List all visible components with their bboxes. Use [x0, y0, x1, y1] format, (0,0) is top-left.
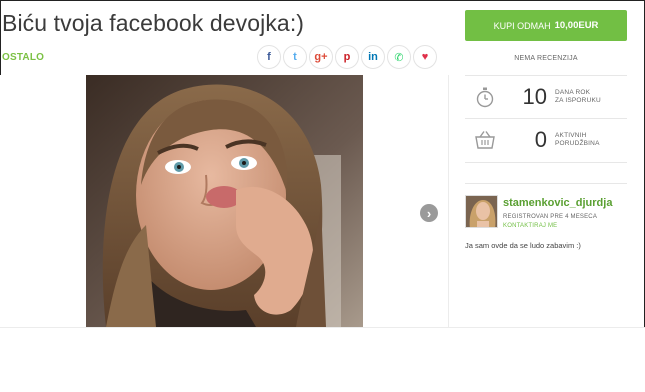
orders-label-line2: PORUDŽBINA: [555, 140, 600, 147]
pinterest-glyph: p: [343, 51, 351, 63]
next-image-arrow-icon[interactable]: ›: [420, 204, 438, 222]
buy-now-button[interactable]: KUPI ODMAH 10,00EUR: [465, 10, 627, 41]
active-orders-value: 0: [534, 127, 547, 152]
buy-now-label: KUPI ODMAH: [493, 20, 551, 31]
listing-title: Biću tvoja facebook devojka:): [2, 10, 305, 36]
basket-icon: [465, 130, 505, 150]
whatsapp-glyph: ✆: [394, 51, 404, 64]
whatsapp-share-icon[interactable]: ✆: [387, 45, 411, 69]
linkedin-glyph: in: [368, 51, 378, 63]
divider: [465, 162, 627, 163]
divider: [465, 75, 627, 76]
footer-area: [0, 327, 645, 392]
column-divider: [448, 75, 449, 327]
orders-label-line1: AKTIVNIH: [555, 132, 587, 139]
divider: [465, 118, 627, 119]
facebook-share-icon[interactable]: f: [257, 45, 281, 69]
seller-username[interactable]: stamenkovic_djurdja: [503, 197, 612, 209]
twitter-glyph: t: [293, 51, 297, 63]
category-link[interactable]: OSTALO: [2, 52, 44, 63]
twitter-share-icon[interactable]: t: [283, 45, 307, 69]
seller-avatar[interactable]: [465, 195, 498, 228]
seller-registered: REGISTROVAN PRE 4 MESECA: [503, 214, 598, 220]
seller-bio: Ja sam ovde da se ludo zabavim :): [465, 241, 581, 250]
gallery: ›: [0, 75, 448, 327]
avatar-image: [466, 196, 497, 227]
reviews-status: NEMA RECENZIJA: [514, 55, 578, 62]
heart-glyph: ♥: [421, 51, 429, 63]
linkedin-share-icon[interactable]: in: [361, 45, 385, 69]
delivery-stat: 10 DANA ROK ZA ISPORUKU: [465, 77, 627, 117]
pinterest-share-icon[interactable]: p: [335, 45, 359, 69]
delivery-days-value: 10: [522, 84, 547, 109]
delivery-label-line2: ZA ISPORUKU: [555, 97, 601, 104]
share-buttons: f t g+ p in ✆ ♥: [257, 45, 437, 69]
portrait-image: [86, 75, 363, 327]
facebook-glyph: f: [267, 51, 271, 63]
stopwatch-icon: [465, 86, 505, 108]
contact-seller-link[interactable]: KONTAKTIRAJ ME: [503, 223, 557, 229]
orders-stat: 0 AKTIVNIH PORUDŽBINA: [465, 120, 627, 160]
google-plus-glyph: g+: [314, 51, 328, 63]
listing-photo[interactable]: [86, 75, 363, 327]
price-label: 10,00EUR: [554, 20, 599, 31]
favorite-heart-icon[interactable]: ♥: [413, 45, 437, 69]
google-plus-share-icon[interactable]: g+: [309, 45, 333, 69]
divider: [465, 183, 627, 184]
delivery-label-line1: DANA ROK: [555, 89, 591, 96]
